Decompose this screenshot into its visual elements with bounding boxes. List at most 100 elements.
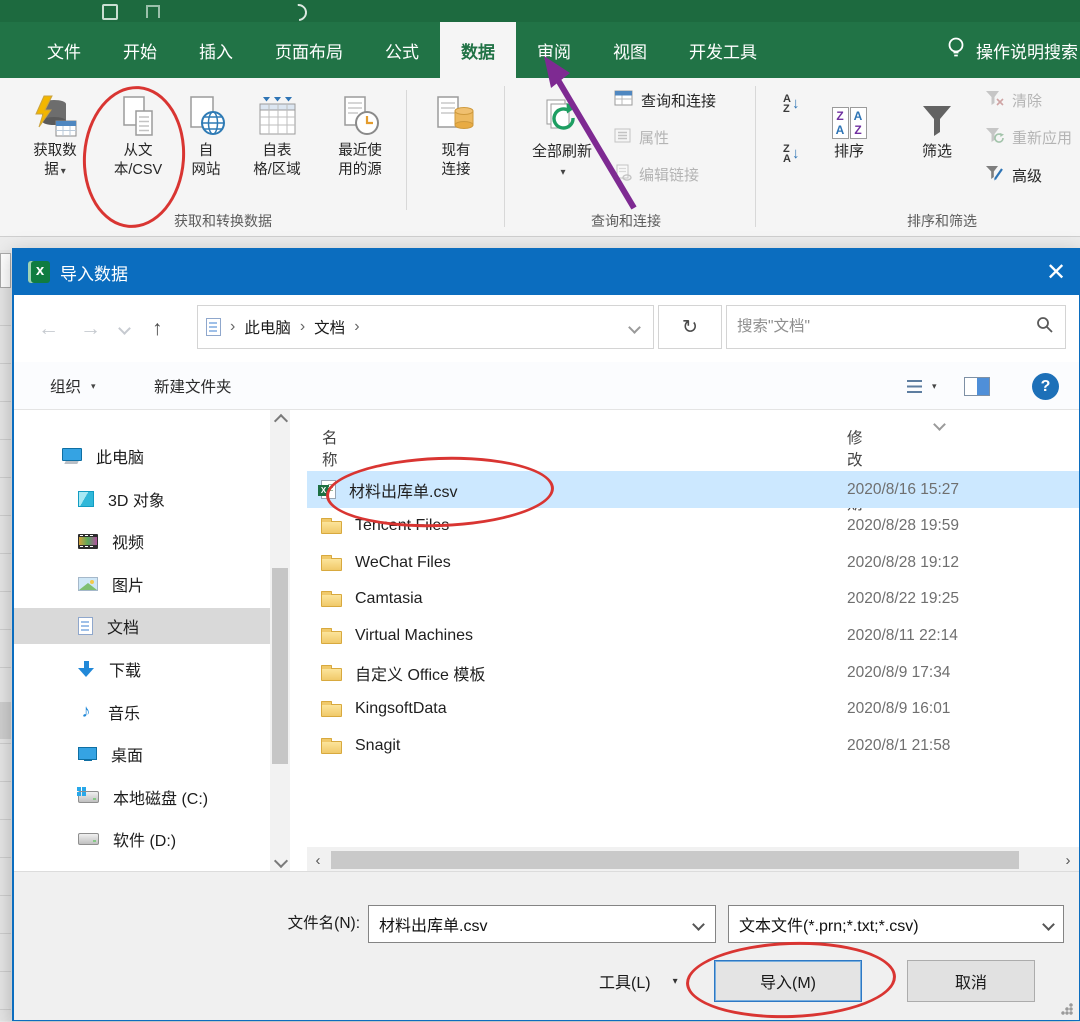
sort-button[interactable]: ZAAZ 排序 [819, 83, 879, 211]
file-row-Snagit[interactable]: Snagit2020/8/1 21:58 [307, 727, 1079, 764]
filetype-select[interactable]: 文本文件(*.prn;*.txt;*.csv) [728, 905, 1064, 943]
queries-connections-item[interactable]: 查询和连接 [614, 90, 716, 111]
sidebar-item-3D 对象[interactable]: 3D 对象 [14, 481, 270, 517]
history-chevron-icon[interactable] [120, 295, 129, 362]
file-row-Camtasia[interactable]: Camtasia2020/8/22 19:25 [307, 581, 1079, 618]
tab-公式[interactable]: 公式 [364, 22, 440, 78]
tell-me-assist[interactable]: 操作说明搜索 [946, 22, 1080, 78]
search-box[interactable] [726, 305, 1066, 349]
tab-开始[interactable]: 开始 [102, 22, 178, 78]
tab-文件[interactable]: 文件 [26, 22, 102, 78]
folder-icon [321, 521, 342, 534]
file-row-材料出库单.csv[interactable]: 材料出库单.csv2020/8/16 15:27 [307, 471, 1079, 508]
advanced-filter-item[interactable]: 高级 [985, 164, 1042, 186]
filter-button[interactable]: 筛选 [907, 83, 967, 211]
tab-开发工具[interactable]: 开发工具 [668, 22, 778, 78]
up-icon[interactable]: ↑ [152, 295, 163, 362]
breadcrumb-dropdown-icon[interactable] [628, 321, 641, 334]
tab-审阅[interactable]: 审阅 [516, 22, 592, 78]
sort-descending-button[interactable]: ZA ↓ [783, 144, 799, 164]
breadcrumb-documents[interactable]: 文档 [314, 316, 345, 338]
excel-titlebar [0, 0, 1080, 22]
down-arrow-icon: ↓ [792, 94, 800, 114]
refresh-all-button[interactable]: 全部刷新▾ [516, 83, 608, 211]
combo-dropdown-icon[interactable] [1042, 918, 1055, 931]
edit-links-label: 编辑链接 [639, 164, 699, 185]
back-icon[interactable]: ← [38, 295, 59, 362]
get-data-button[interactable]: 获取数 据▾ [12, 83, 98, 211]
close-icon[interactable]: ✕ [1033, 249, 1079, 295]
organize-button[interactable]: 组织 ▾ [50, 362, 96, 410]
file-row-Virtual Machines[interactable]: Virtual Machines2020/8/11 22:14 [307, 617, 1079, 654]
view-mode-button[interactable]: ▾ [907, 362, 937, 410]
cancel-button[interactable]: 取消 [907, 960, 1035, 1002]
file-date: 2020/8/28 19:12 [847, 554, 959, 572]
dropdown-arrow-icon: ▾ [61, 166, 66, 177]
tools-dropdown[interactable]: 工具(L) ▾ [599, 960, 678, 1002]
filename-input[interactable] [369, 915, 694, 933]
existing-connections-button[interactable]: 现有 连接 [414, 83, 498, 211]
resize-grip[interactable] [1061, 1003, 1073, 1015]
column-sort-icon[interactable] [933, 418, 946, 431]
forward-icon[interactable]: → [80, 295, 101, 362]
folder-icon [321, 558, 342, 571]
sidebar-item-音乐[interactable]: 音乐 [14, 694, 270, 730]
sidebar-item-软件 (D:)[interactable]: 软件 (D:) [14, 821, 270, 857]
tab-数据[interactable]: 数据 [440, 22, 516, 78]
dialog-titlebar[interactable]: 导入数据 ✕ [14, 249, 1079, 295]
group-divider [755, 86, 756, 227]
sidebar-item-桌面[interactable]: 桌面 [14, 736, 270, 772]
preview-pane-button[interactable] [964, 362, 990, 410]
recent-sources-button[interactable]: 最近使 用的源 [320, 83, 400, 211]
tab-插入[interactable]: 插入 [178, 22, 254, 78]
breadcrumb-this-pc[interactable]: 此电脑 [244, 316, 291, 338]
scroll-down-icon[interactable] [274, 854, 288, 868]
from-table-range-button[interactable]: 自表 格/区域 [236, 83, 318, 211]
sidebar-item-此电脑[interactable]: 此电脑 [14, 438, 270, 474]
redo-icon[interactable] [287, 1, 311, 25]
quick-access-icon[interactable] [146, 5, 160, 18]
sidebar-scroll-thumb[interactable] [272, 568, 288, 764]
search-icon[interactable] [1036, 316, 1053, 338]
file-date: 2020/8/16 15:27 [847, 481, 959, 499]
sidebar-scrollbar[interactable] [270, 410, 290, 873]
folder-icon [321, 594, 342, 607]
from-web-button[interactable]: 自 网站 [178, 83, 234, 211]
scroll-up-icon[interactable] [274, 414, 288, 428]
refresh-button[interactable]: ↻ [658, 305, 722, 349]
file-row-KingsoftData[interactable]: KingsoftData2020/8/9 16:01 [307, 691, 1079, 728]
tab-视图[interactable]: 视图 [592, 22, 668, 78]
file-row-自定义 Office 模板[interactable]: 自定义 Office 模板2020/8/9 17:34 [307, 654, 1079, 691]
filename-combobox[interactable] [368, 905, 716, 943]
search-input[interactable] [727, 318, 1036, 336]
scroll-right-icon[interactable]: › [1057, 852, 1079, 869]
import-button[interactable]: 导入(M) [714, 960, 862, 1002]
sort-ascending-button[interactable]: AZ ↓ [783, 94, 799, 114]
help-button[interactable] [1032, 362, 1059, 410]
sidebar-item-视频[interactable]: 视频 [14, 523, 270, 559]
tab-页面布局[interactable]: 页面布局 [254, 22, 364, 78]
from-table-range-label: 自表 格/区域 [253, 142, 301, 180]
breadcrumb[interactable]: › 此电脑 › 文档 › [197, 305, 654, 349]
horizontal-scrollbar[interactable]: ‹ › [307, 847, 1079, 873]
from-text-csv-button[interactable]: 从文 本/CSV [102, 83, 174, 211]
combo-dropdown-icon[interactable] [692, 918, 705, 931]
dialog-footer: 文件名(N): 文本文件(*.prn;*.txt;*.csv) 工具(L) ▾ … [14, 871, 1079, 1020]
column-name[interactable]: 名称 [322, 426, 338, 470]
sidebar-item-label: 图片 [112, 572, 144, 596]
file-row-Tencent Files[interactable]: Tencent Files2020/8/28 19:59 [307, 508, 1079, 545]
sidebar-item-本地磁盘 (C:)[interactable]: 本地磁盘 (C:) [14, 779, 270, 815]
clear-filter-item: 清除 [985, 90, 1042, 111]
new-folder-button[interactable]: 新建文件夹 [154, 362, 232, 410]
horizontal-scroll-thumb[interactable] [331, 851, 1019, 869]
file-row-WeChat Files[interactable]: WeChat Files 2020/8/28 19:12 [307, 544, 1079, 581]
sidebar-item-label: 视频 [112, 529, 144, 553]
group-label-sort-filter: 排序和筛选 [817, 211, 1067, 231]
sidebar-item-文档[interactable]: 文档 [14, 608, 270, 644]
file-name: WeChat Files [355, 554, 451, 572]
sidebar-item-图片[interactable]: 图片 [14, 566, 270, 602]
file-name: Camtasia [355, 590, 423, 608]
save-icon[interactable] [102, 4, 118, 20]
scroll-left-icon[interactable]: ‹ [307, 852, 329, 869]
sidebar-item-下载[interactable]: 下载 [14, 651, 270, 687]
